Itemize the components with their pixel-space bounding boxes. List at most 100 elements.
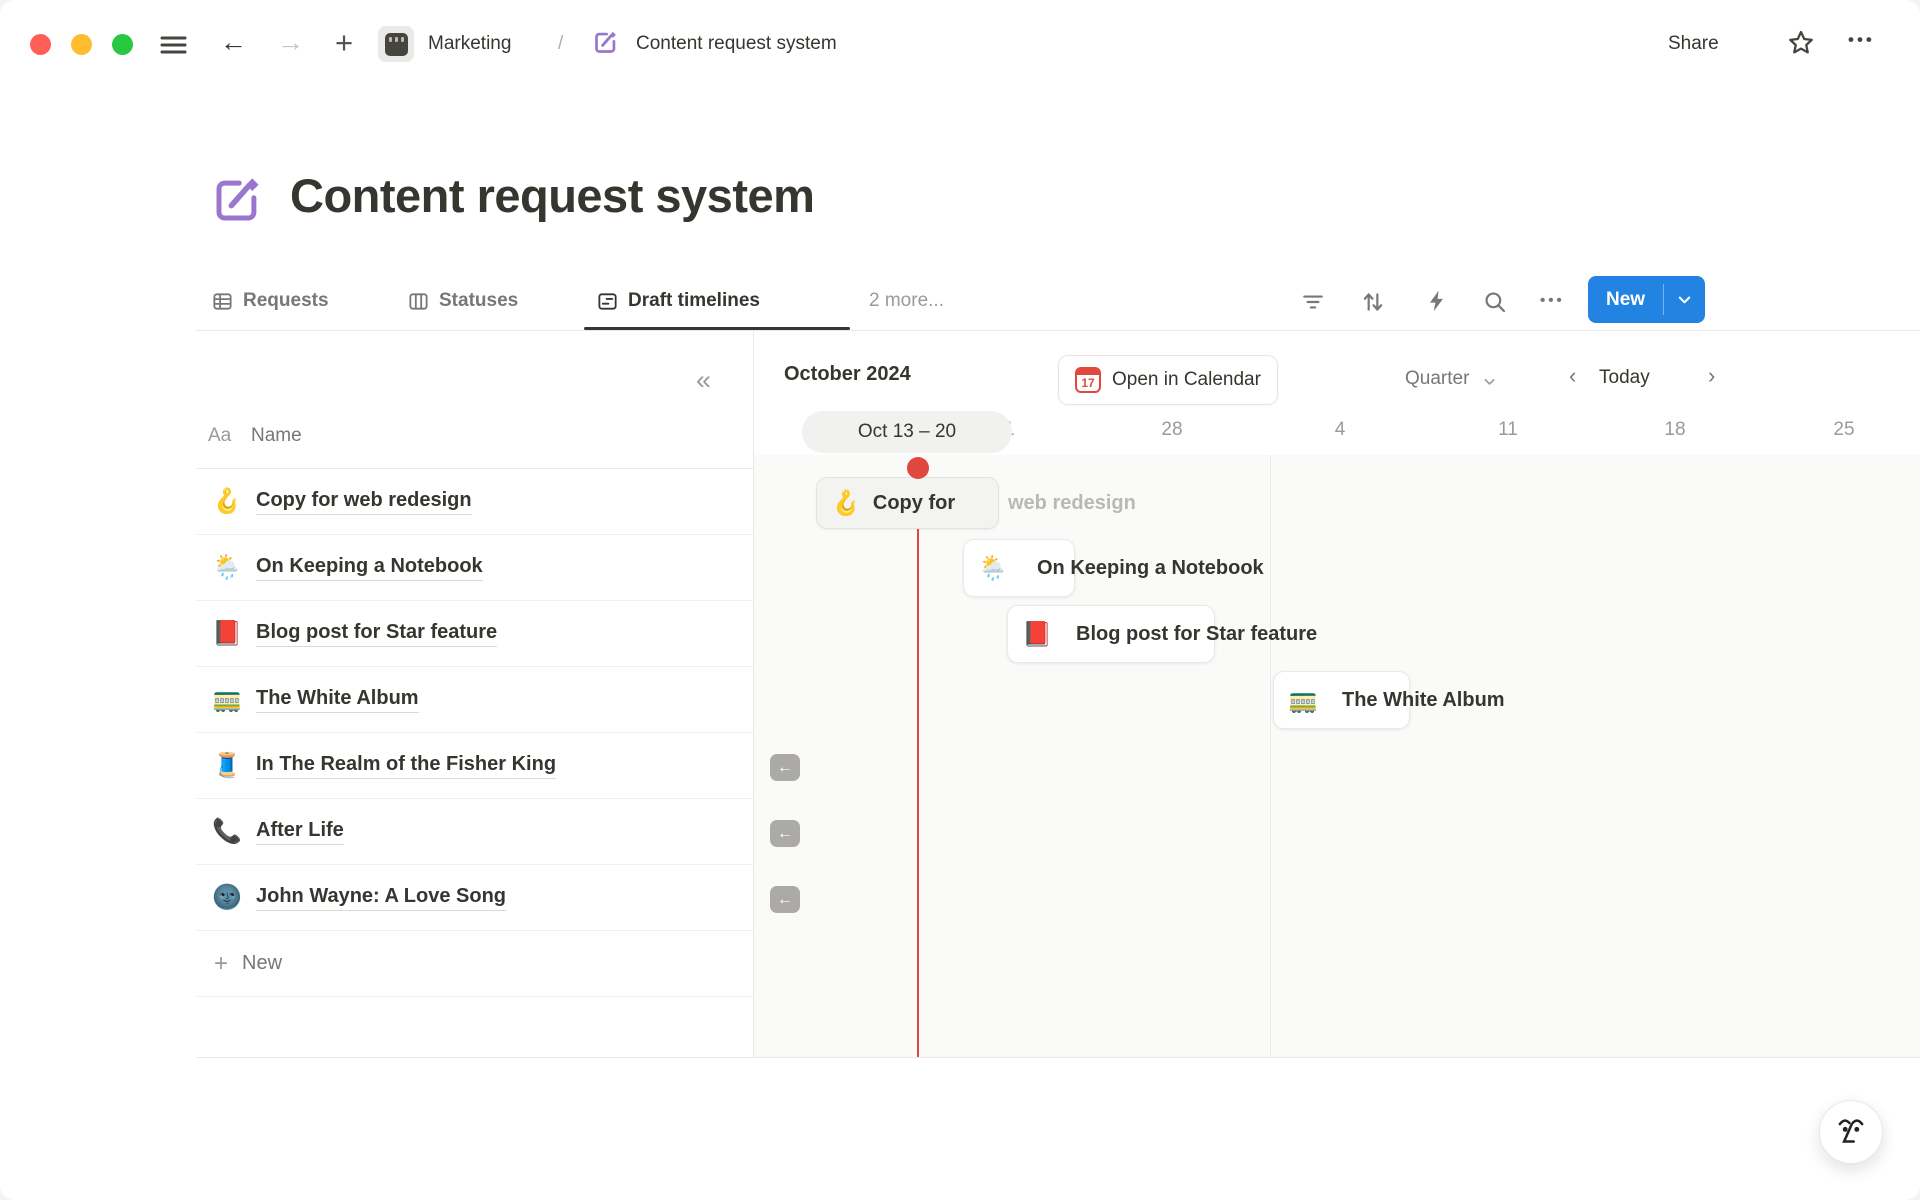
bar-overflow-label: Blog post for Star feature (1076, 605, 1317, 663)
workspace-icon[interactable] (378, 26, 414, 62)
notion-window: ← → + Marketing / Content request system… (0, 0, 1920, 1200)
new-row-label: New (242, 952, 282, 975)
tab-requests[interactable]: Requests (211, 276, 329, 326)
open-in-calendar-button[interactable]: 17 Open in Calendar (1058, 355, 1278, 405)
next-period-icon[interactable]: › (1708, 363, 1715, 389)
share-button[interactable]: Share (1668, 33, 1719, 55)
selected-week-range-pill[interactable]: Oct 13 – 20 (802, 411, 1012, 453)
view-options-icon[interactable]: ••• (1540, 292, 1565, 309)
row-title[interactable]: John Wayne: A Love Song (256, 885, 506, 911)
left-arrow-icon: ← (777, 759, 793, 777)
tab-label: Statuses (439, 290, 518, 312)
timeline-panel: October 2024 17 Open in Calendar Quarter… (753, 331, 1920, 1057)
timeline-grid-background (754, 455, 1920, 1057)
table-row[interactable]: 📞 After Life (196, 799, 753, 865)
week-label: 4 (1315, 419, 1365, 441)
row-title[interactable]: Blog post for Star feature (256, 621, 497, 647)
breadcrumb-page[interactable]: Content request system (636, 33, 837, 55)
scroll-to-item-left-button[interactable]: ← (770, 886, 800, 913)
collapse-panel-icon[interactable]: « (696, 365, 711, 396)
tab-draft-timelines[interactable]: Draft timelines (596, 276, 760, 326)
name-column-header[interactable]: Name (251, 425, 302, 447)
page-title[interactable]: Content request system (290, 168, 814, 223)
search-icon[interactable] (1482, 289, 1508, 315)
topbar-more-icon[interactable]: ••• (1848, 30, 1875, 50)
close-window-button[interactable] (30, 34, 51, 55)
row-emoji-icon: 📕 (212, 619, 242, 648)
open-in-calendar-label: Open in Calendar (1112, 369, 1261, 391)
timeline-zoom-select[interactable]: Quarter (1405, 368, 1469, 390)
workspace-glyph (385, 33, 408, 56)
bar-overflow-label: The White Album (1342, 671, 1505, 729)
table-row[interactable]: 🪝 Copy for web redesign (196, 469, 753, 535)
row-title[interactable]: After Life (256, 819, 344, 845)
timeline-bottom-border (196, 1057, 1920, 1058)
row-emoji-icon: 🪝 (212, 487, 242, 516)
today-line (917, 468, 919, 1057)
bar-emoji-icon: 🌦️ (978, 554, 1008, 583)
automations-lightning-icon[interactable] (1424, 288, 1450, 314)
add-new-row-button[interactable]: + New (196, 931, 753, 997)
tab-statuses[interactable]: Statuses (407, 276, 518, 326)
tab-label: Requests (243, 290, 329, 312)
new-page-plus-icon[interactable]: + (335, 27, 353, 58)
tab-more[interactable]: 2 more... (869, 290, 944, 312)
breadcrumb-separator: / (558, 33, 563, 55)
new-button-label: New (1606, 289, 1645, 311)
left-arrow-icon: ← (777, 825, 793, 843)
table-row[interactable]: 🌦️ On Keeping a Notebook (196, 535, 753, 601)
week-label: 28 (1147, 419, 1197, 441)
timeline-table-panel: « Aa Name 🪝 Copy for web redesign 🌦️ On … (196, 331, 753, 1057)
new-button-chevron[interactable] (1664, 276, 1705, 323)
sidebar-menu-icon[interactable] (160, 33, 187, 57)
new-split-button: New (1588, 276, 1705, 323)
previous-period-icon[interactable]: ‹ (1569, 363, 1576, 389)
filter-icon[interactable] (1300, 289, 1326, 315)
bar-overflow-label: web redesign (1008, 477, 1136, 529)
breadcrumb-workspace[interactable]: Marketing (428, 33, 511, 55)
timeline-bar-copy-for-web-redesign[interactable]: 🪝 Copy for (816, 477, 999, 529)
minimize-window-button[interactable] (71, 34, 92, 55)
table-row[interactable]: 📕 Blog post for Star feature (196, 601, 753, 667)
timeline-month-label: October 2024 (784, 363, 911, 386)
zoom-window-button[interactable] (112, 34, 133, 55)
row-title[interactable]: Copy for web redesign (256, 489, 472, 515)
row-title[interactable]: On Keeping a Notebook (256, 555, 483, 581)
week-label: 11 (1483, 419, 1533, 441)
row-title[interactable]: The White Album (256, 687, 419, 713)
bar-emoji-icon: 📕 (1022, 620, 1052, 649)
calendar-icon: 17 (1075, 367, 1101, 393)
bar-label: Copy for (873, 492, 955, 515)
scroll-to-item-left-button[interactable]: ← (770, 820, 800, 847)
notion-ai-button[interactable] (1819, 1100, 1883, 1164)
chevron-down-icon (1483, 375, 1496, 388)
table-row[interactable]: 🌚 John Wayne: A Love Song (196, 865, 753, 931)
row-title[interactable]: In The Realm of the Fisher King (256, 753, 556, 779)
row-emoji-icon: 🌚 (212, 883, 242, 912)
week-label: 25 (1819, 419, 1869, 441)
scroll-to-item-left-button[interactable]: ← (770, 754, 800, 781)
plus-icon: + (214, 950, 228, 978)
board-view-icon (407, 290, 430, 313)
page-icon-large[interactable] (210, 173, 264, 227)
row-emoji-icon: 🧵 (212, 751, 242, 780)
bar-emoji-icon: 🪝 (831, 489, 861, 518)
left-arrow-icon: ← (777, 891, 793, 909)
row-emoji-icon: 📞 (212, 817, 242, 846)
forward-icon[interactable]: → (277, 29, 304, 56)
table-row[interactable]: 🚃 The White Album (196, 667, 753, 733)
favorite-star-icon[interactable] (1786, 28, 1816, 58)
timeline-view-icon (596, 290, 619, 313)
today-dot[interactable] (907, 457, 929, 479)
table-view-icon (211, 290, 234, 313)
tab-label: Draft timelines (628, 290, 760, 312)
name-column-type-icon: Aa (208, 425, 231, 447)
row-emoji-icon: 🌦️ (212, 553, 242, 582)
today-button[interactable]: Today (1599, 367, 1650, 389)
bar-overflow-label: On Keeping a Notebook (1037, 539, 1264, 597)
sort-icon[interactable] (1360, 289, 1386, 315)
row-emoji-icon: 🚃 (212, 685, 242, 714)
new-button[interactable]: New (1588, 276, 1663, 323)
table-row[interactable]: 🧵 In The Realm of the Fisher King (196, 733, 753, 799)
back-icon[interactable]: ← (220, 29, 247, 56)
